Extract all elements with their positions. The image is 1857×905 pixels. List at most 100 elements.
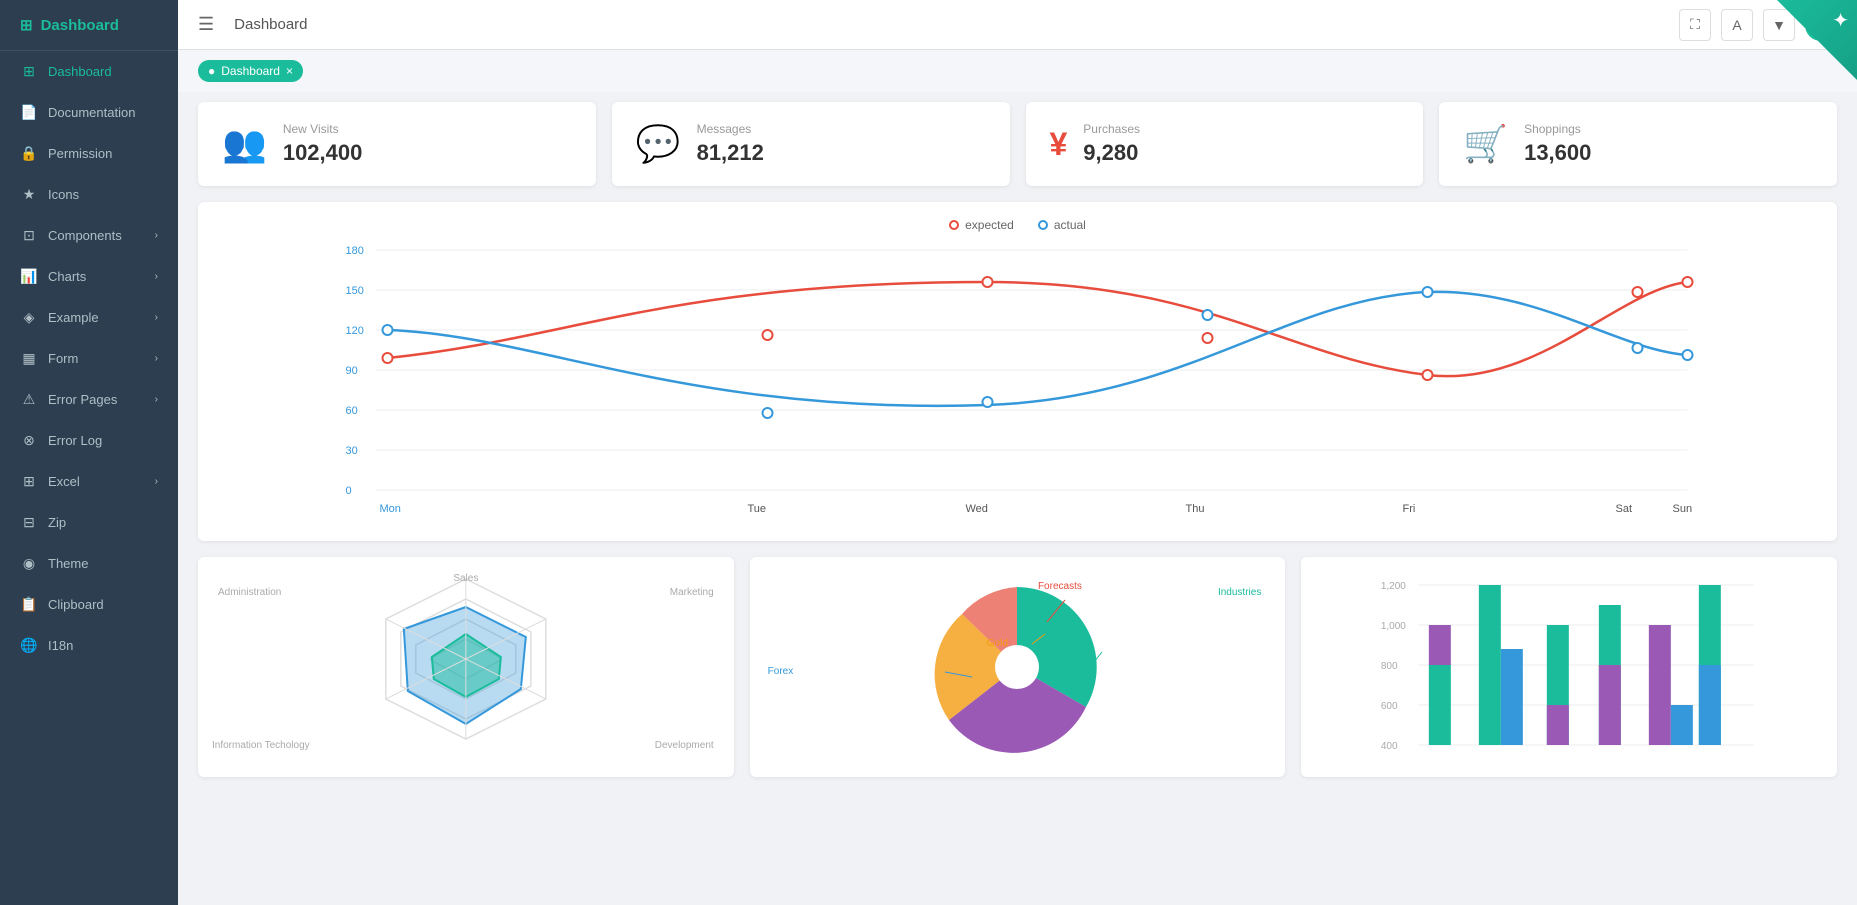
breadcrumb-dot: ● xyxy=(208,64,215,78)
sidebar-item-example[interactable]: ◈ Example › xyxy=(0,297,178,338)
sidebar-item-zip[interactable]: ⊟ Zip xyxy=(0,502,178,543)
stat-card-new-visits: 👥 New Visits 102,400 xyxy=(198,102,596,186)
shoppings-info: Shoppings 13,600 xyxy=(1524,122,1591,166)
shoppings-label: Shoppings xyxy=(1524,122,1591,136)
stat-card-shoppings: 🛒 Shoppings 13,600 xyxy=(1439,102,1837,186)
sidebar-label-permission: Permission xyxy=(48,146,112,161)
expected-label: expected xyxy=(965,218,1014,232)
sidebar-item-components[interactable]: ⊡ Components › xyxy=(0,215,178,256)
sidebar-item-form[interactable]: ▦ Form › xyxy=(0,338,178,379)
pie-label-forex: Forex xyxy=(768,666,794,677)
hamburger-button[interactable]: ☰ xyxy=(198,14,214,35)
brand-icon: ⊞ xyxy=(20,16,33,34)
sidebar-icon-charts: 📊 xyxy=(20,268,38,285)
top-right-icon: ✦ xyxy=(1832,8,1849,33)
sidebar: ⊞ Dashboard ⊞ Dashboard 📄 Documentation … xyxy=(0,0,178,905)
purchases-label: Purchases xyxy=(1083,122,1140,136)
messages-label: Messages xyxy=(697,122,764,136)
shoppings-icon: 🛒 xyxy=(1463,123,1508,165)
radar-chart-card: Sales Marketing Development Information … xyxy=(198,557,734,777)
sidebar-icon-theme: ◉ xyxy=(20,555,38,572)
svg-text:Wed: Wed xyxy=(966,503,988,515)
svg-text:Sat: Sat xyxy=(1616,503,1633,515)
sidebar-icon-excel: ⊞ xyxy=(20,473,38,490)
brand-label: Dashboard xyxy=(41,17,119,34)
purchases-icon: ¥ xyxy=(1050,126,1068,163)
chevron-icon-excel: › xyxy=(155,476,158,487)
sidebar-item-error-log[interactable]: ⊗ Error Log xyxy=(0,420,178,461)
sidebar-icon-zip: ⊟ xyxy=(20,514,38,531)
sidebar-label-clipboard: Clipboard xyxy=(48,597,104,612)
sidebar-label-theme: Theme xyxy=(48,556,88,571)
sidebar-item-dashboard[interactable]: ⊞ Dashboard xyxy=(0,51,178,92)
sidebar-icon-error-pages: ⚠ xyxy=(20,391,38,408)
pie-label-forecasts: Forecasts xyxy=(1038,581,1082,592)
header-title: Dashboard xyxy=(234,16,1667,33)
sidebar-label-components: Components xyxy=(48,228,122,243)
actual-dot xyxy=(1038,220,1048,230)
main-area: ☰ Dashboard ⛶ A ▼ 👤 ● Dashboard × 👥 New … xyxy=(178,0,1857,905)
messages-value: 81,212 xyxy=(697,140,764,166)
sidebar-icon-dashboard: ⊞ xyxy=(20,63,38,80)
breadcrumb-bar: ● Dashboard × xyxy=(178,50,1857,92)
header: ☰ Dashboard ⛶ A ▼ 👤 xyxy=(178,0,1857,50)
chevron-icon-form: › xyxy=(155,353,158,364)
bar-svg: 1,200 1,000 800 600 400 xyxy=(1313,569,1825,777)
radar-label-marketing: Marketing xyxy=(670,587,714,598)
sidebar-item-icons[interactable]: ★ Icons xyxy=(0,174,178,215)
sidebar-label-example: Example xyxy=(48,310,99,325)
pie-label-industries: Industries xyxy=(1218,587,1261,598)
pie-svg xyxy=(907,572,1127,762)
stat-cards: 👥 New Visits 102,400 💬 Messages 81,212 ¥… xyxy=(198,102,1837,186)
legend-expected: expected xyxy=(949,218,1014,232)
sidebar-item-permission[interactable]: 🔒 Permission xyxy=(0,133,178,174)
sidebar-icon-documentation: 📄 xyxy=(20,104,38,121)
chevron-icon-components: › xyxy=(155,230,158,241)
svg-text:1,200: 1,200 xyxy=(1381,581,1406,592)
sidebar-label-i18n: I18n xyxy=(48,638,73,653)
expected-dot xyxy=(949,220,959,230)
breadcrumb-tag: ● Dashboard × xyxy=(198,60,303,82)
breadcrumb-close[interactable]: × xyxy=(286,64,293,78)
radar-svg xyxy=(210,569,722,759)
purchases-value: 9,280 xyxy=(1083,140,1140,166)
sidebar-item-documentation[interactable]: 📄 Documentation xyxy=(0,92,178,133)
sidebar-item-charts[interactable]: 📊 Charts › xyxy=(0,256,178,297)
sidebar-item-clipboard[interactable]: 📋 Clipboard xyxy=(0,584,178,625)
sidebar-icon-clipboard: 📋 xyxy=(20,596,38,613)
svg-text:180: 180 xyxy=(346,245,364,257)
messages-info: Messages 81,212 xyxy=(697,122,764,166)
radar-label-development: Development xyxy=(655,740,714,751)
radar-label-info-tech: Information Techology xyxy=(212,740,310,751)
svg-text:60: 60 xyxy=(346,405,358,417)
font-button[interactable]: A xyxy=(1721,9,1753,41)
svg-text:90: 90 xyxy=(346,365,358,377)
svg-text:Tue: Tue xyxy=(748,503,767,515)
svg-text:600: 600 xyxy=(1381,701,1398,712)
svg-text:Mon: Mon xyxy=(380,503,401,515)
sidebar-brand: ⊞ Dashboard xyxy=(0,0,178,51)
stat-card-purchases: ¥ Purchases 9,280 xyxy=(1026,102,1424,186)
messages-icon: 💬 xyxy=(636,123,681,165)
sidebar-item-excel[interactable]: ⊞ Excel › xyxy=(0,461,178,502)
sidebar-icon-i18n: 🌐 xyxy=(20,637,38,654)
language-button[interactable]: ▼ xyxy=(1763,9,1795,41)
svg-text:30: 30 xyxy=(346,445,358,457)
new-visits-info: New Visits 102,400 xyxy=(283,122,363,166)
sidebar-icon-permission: 🔒 xyxy=(20,145,38,162)
svg-text:0: 0 xyxy=(346,485,352,497)
chart-legend: expected actual xyxy=(214,218,1821,232)
sidebar-item-theme[interactable]: ◉ Theme xyxy=(0,543,178,584)
purchases-info: Purchases 9,280 xyxy=(1083,122,1140,166)
breadcrumb-label: Dashboard xyxy=(221,64,280,78)
fullscreen-button[interactable]: ⛶ xyxy=(1679,9,1711,41)
sidebar-item-i18n[interactable]: 🌐 I18n xyxy=(0,625,178,666)
stat-card-messages: 💬 Messages 81,212 xyxy=(612,102,1010,186)
sidebar-label-icons: Icons xyxy=(48,187,79,202)
pie-label-gold: Gold xyxy=(987,638,1008,649)
line-chart-card: expected actual 180 150 120 90 60 30 0 xyxy=(198,202,1837,541)
sidebar-item-error-pages[interactable]: ⚠ Error Pages › xyxy=(0,379,178,420)
sidebar-icon-error-log: ⊗ xyxy=(20,432,38,449)
actual-label: actual xyxy=(1054,218,1086,232)
chevron-icon-charts: › xyxy=(155,271,158,282)
